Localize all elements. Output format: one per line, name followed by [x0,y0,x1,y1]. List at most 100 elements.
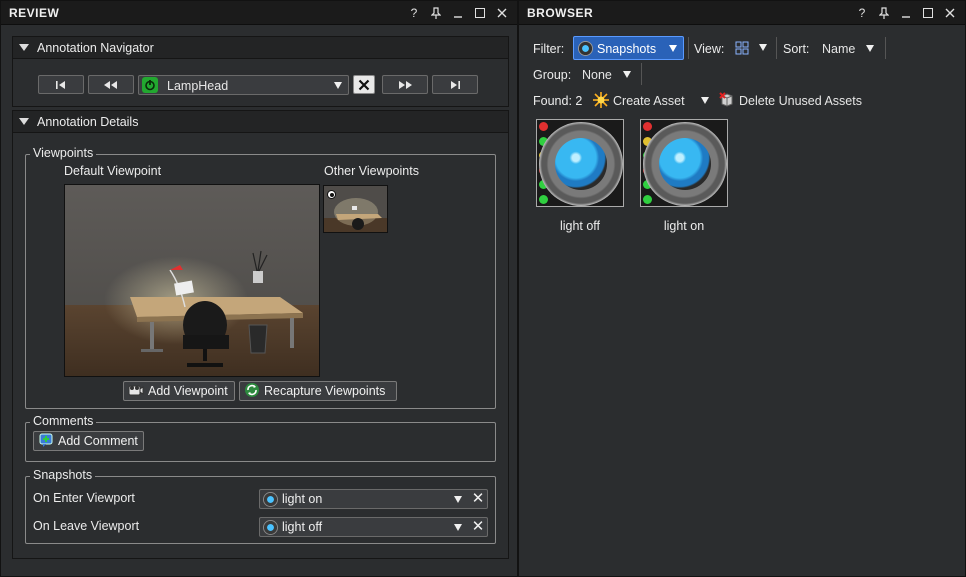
maximize-icon[interactable] [919,4,937,22]
asset-tile-light-off[interactable] [536,119,624,207]
chevron-down-icon [334,82,342,89]
help-icon[interactable]: ? [853,4,871,22]
minimize-icon[interactable] [897,4,915,22]
delete-unused-label: Delete Unused Assets [739,94,862,108]
recapture-viewpoints-label: Recapture Viewpoints [264,384,386,398]
snapshot-lens-icon [539,122,623,206]
asset-name-light-on: light on [663,219,705,233]
rewind-icon [104,80,117,89]
close-icon[interactable] [941,4,959,22]
annotation-navigator-label: Annotation Navigator [37,40,154,55]
add-viewpoint-label: Add Viewpoint [148,384,228,398]
review-panel: REVIEW ? Annotation Navigator LampHead A… [0,0,518,577]
other-viewpoint-thumbnail[interactable] [323,185,388,233]
fast-forward-icon [399,80,412,89]
delete-cube-icon [719,92,733,107]
pin-icon[interactable] [875,4,893,22]
add-viewpoint-button[interactable]: Add Viewpoint [123,381,235,401]
create-asset-label: Create Asset [613,94,685,108]
annotation-navigator-header[interactable]: Annotation Navigator [12,36,509,59]
asset-tile-light-on[interactable] [640,119,728,207]
power-icon [142,77,158,93]
sort-select[interactable]: Name [817,38,881,58]
next-annotation-button[interactable] [382,75,428,94]
filter-select[interactable]: Snapshots [573,36,684,60]
snapshot-icon [263,492,278,507]
recapture-viewpoints-button[interactable]: Recapture Viewpoints [239,381,397,401]
filter-value: Snapshots [597,42,657,56]
help-icon[interactable]: ? [405,4,423,22]
group-select[interactable]: None [577,64,637,84]
collapse-triangle-icon [19,44,29,51]
maximize-icon[interactable] [471,4,489,22]
sort-value: Name [822,42,856,56]
skip-last-icon [451,80,460,89]
selected-radio-icon [327,190,336,199]
on-enter-snapshot-value: light on [282,492,323,506]
last-annotation-button[interactable] [432,75,478,94]
previous-annotation-button[interactable] [88,75,134,94]
chevron-down-icon [454,524,462,531]
annotation-details-header[interactable]: Annotation Details [12,110,509,133]
close-icon[interactable] [493,4,511,22]
chevron-down-icon [454,496,462,503]
asset-name-light-off: light off [559,219,601,233]
clear-on-enter-icon[interactable]: ✕ [470,491,486,507]
other-viewpoints-label: Other Viewpoints [324,164,419,178]
toolbar-separator [885,37,886,59]
toolbar-separator [688,37,689,59]
on-leave-viewport-label: On Leave Viewport [33,519,140,533]
found-count: Found: 2 [533,94,583,108]
collapse-triangle-icon [19,118,29,125]
browser-panel: BROWSER ? Filter: Snapshots View: Sort: … [518,0,966,577]
add-comment-button[interactable]: Add Comment [33,431,144,451]
skip-first-icon [56,80,65,89]
clear-on-leave-icon[interactable]: ✕ [470,519,486,535]
viewpoints-group-label: Viewpoints [30,146,97,160]
comments-group-label: Comments [30,414,97,428]
default-viewpoint-label: Default Viewpoint [64,164,162,178]
camera-icon [128,383,144,400]
annotation-select[interactable]: LampHead [138,75,349,95]
add-comment-icon [38,432,54,451]
sparkle-icon [593,92,609,108]
minimize-icon[interactable] [449,4,467,22]
snapshot-lens-icon [643,122,727,206]
first-annotation-button[interactable] [38,75,84,94]
review-title-bar: REVIEW ? [1,1,517,25]
default-viewpoint-image[interactable] [64,184,320,377]
annotation-select-value: LampHead [167,79,229,93]
refresh-icon [244,382,260,401]
sort-label: Sort: [783,42,810,56]
chevron-down-icon [866,45,874,52]
toolbar-separator [776,37,777,59]
grid-view-icon [735,41,749,55]
on-enter-snapshot-select[interactable]: light on ✕ [259,489,488,509]
chevron-down-icon [623,71,631,78]
add-comment-label: Add Comment [58,434,138,448]
close-icon [358,79,370,90]
snapshots-group-label: Snapshots [30,468,96,482]
delete-unused-assets-button[interactable]: Delete Unused Assets [719,90,879,110]
annotation-details-label: Annotation Details [37,114,139,129]
on-leave-snapshot-value: light off [282,520,323,534]
group-label: Group: [533,68,572,82]
chevron-down-icon [669,45,677,52]
chevron-down-icon [759,44,767,51]
on-leave-snapshot-select[interactable]: light off ✕ [259,517,488,537]
review-title: REVIEW [9,5,60,20]
on-enter-viewport-label: On Enter Viewport [33,491,135,505]
pin-icon[interactable] [427,4,445,22]
filter-label: Filter: [533,42,565,56]
snapshot-icon [263,520,278,535]
snapshot-icon [578,41,593,56]
clear-annotation-button[interactable] [353,75,375,94]
view-label: View: [694,42,725,56]
view-mode-select[interactable] [733,39,769,57]
group-value: None [582,68,612,82]
browser-title-bar: BROWSER ? [519,1,965,25]
create-asset-button[interactable]: Create Asset [591,90,711,110]
toolbar-separator [641,63,642,85]
chevron-down-icon [701,97,709,104]
browser-title: BROWSER [527,5,594,20]
